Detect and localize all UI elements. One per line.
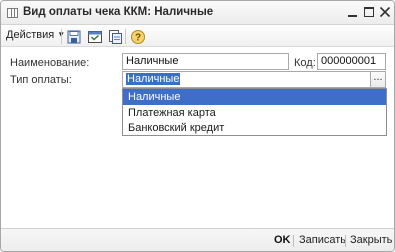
- minimize-icon: [348, 15, 357, 17]
- payment-type-label: Тип оплаты:: [10, 74, 72, 86]
- maximize-button[interactable]: [361, 4, 377, 20]
- code-input-value: 000000001: [321, 55, 377, 67]
- toolbar-separator: [125, 29, 126, 44]
- help-icon[interactable]: ?: [130, 29, 146, 45]
- dropdown-option-bank-credit[interactable]: Банковский кредит: [123, 120, 386, 136]
- actions-menu-button[interactable]: Действия▼: [6, 29, 65, 44]
- copy-document-icon[interactable]: [107, 29, 123, 45]
- save-icon[interactable]: [66, 29, 82, 45]
- name-label: Наименование:: [10, 57, 90, 69]
- toolbar: Действия▼ ?: [1, 26, 394, 47]
- payment-type-value: Наличные: [126, 73, 181, 85]
- title-bar: Вид оплаты чека ККМ: Наличные: [1, 1, 394, 25]
- toolbar-separator: [61, 29, 62, 44]
- bottom-bar: OK Записать Закрыть: [1, 228, 394, 251]
- form-window: Вид оплаты чека ККМ: Наличные Действия▼: [0, 0, 395, 252]
- close-button[interactable]: Закрыть: [350, 234, 392, 246]
- footer-separator: [293, 235, 294, 247]
- name-input[interactable]: Наличные: [122, 53, 289, 70]
- name-input-value: Наличные: [126, 55, 179, 67]
- window-title: Вид оплаты чека ККМ: Наличные: [23, 6, 214, 18]
- code-label: Код:: [294, 57, 316, 69]
- save-button[interactable]: Записать: [299, 234, 346, 246]
- close-window-button[interactable]: [377, 4, 393, 20]
- close-icon: [379, 6, 391, 18]
- minimize-button[interactable]: [345, 4, 361, 20]
- dropdown-option-cash[interactable]: Наличные: [123, 89, 386, 105]
- ok-button[interactable]: OK: [274, 234, 291, 246]
- save-and-close-icon[interactable]: [87, 29, 103, 45]
- actions-menu-label: Действия: [6, 29, 55, 41]
- form-window-icon: [7, 8, 18, 18]
- svg-text:?: ?: [135, 33, 141, 44]
- code-input[interactable]: 000000001: [317, 53, 386, 70]
- payment-type-dropdown: Наличные Платежная карта Банковский кред…: [122, 88, 387, 136]
- dropdown-option-payment-card[interactable]: Платежная карта: [123, 105, 386, 121]
- payment-type-input[interactable]: Наличные: [122, 71, 371, 88]
- maximize-icon: [364, 7, 374, 17]
- footer-separator: [345, 235, 346, 247]
- payment-type-select-button[interactable]: ...: [370, 71, 386, 88]
